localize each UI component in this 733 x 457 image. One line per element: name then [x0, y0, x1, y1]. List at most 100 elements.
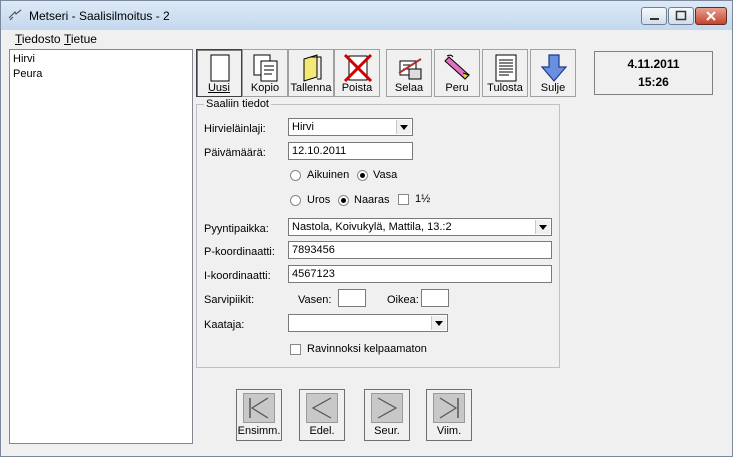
first-record-icon	[249, 397, 269, 419]
close-form-button[interactable]: Sulje	[530, 49, 576, 97]
save-button-label: Tallenna	[290, 82, 332, 94]
date-input[interactable]: 12.10.2011	[288, 142, 413, 160]
i-coordinate-value: 4567123	[292, 268, 335, 280]
save-button[interactable]: Tallenna	[288, 49, 334, 97]
one-half-label: 1½	[415, 193, 431, 205]
print-button[interactable]: Tulosta	[482, 49, 528, 97]
antler-left-input[interactable]	[338, 289, 366, 307]
sex-female-radio[interactable]	[338, 195, 349, 206]
browse-button[interactable]: Selaa	[386, 49, 432, 97]
app-icon	[8, 9, 22, 21]
title-bar[interactable]: Metseri - Saalisilmoitus - 2	[1, 1, 732, 31]
undo-button[interactable]: Peru	[434, 49, 480, 97]
copy-button-label: Kopio	[250, 82, 280, 94]
antler-left-label: Vasen:	[298, 294, 332, 306]
unfit-checkbox[interactable]	[290, 344, 301, 355]
maximize-button[interactable]	[668, 7, 694, 25]
previous-record-icon	[311, 397, 332, 419]
date-value: 12.10.2011	[292, 145, 347, 157]
previous-record-face	[306, 393, 338, 423]
copy-button[interactable]: Kopio	[242, 49, 288, 97]
sex-male-radio[interactable]	[290, 195, 301, 206]
menu-tietue-label: ietue	[70, 32, 97, 46]
close-arrow-down-icon	[540, 54, 568, 82]
last-record-label: Viim.	[436, 425, 462, 437]
sex-female-label: Naaras	[354, 194, 390, 206]
age-calf-radio[interactable]	[357, 170, 368, 181]
menu-tiedosto[interactable]: Tiedosto	[15, 32, 61, 46]
browse-button-label: Selaa	[394, 82, 424, 94]
p-coordinate-value: 7893456	[292, 244, 335, 256]
maximize-icon	[675, 10, 687, 21]
p-coordinate-input[interactable]: 7893456	[288, 241, 552, 259]
i-coordinate-input[interactable]: 4567123	[288, 265, 552, 283]
antler-right-label: Oikea:	[387, 294, 419, 306]
first-record-face	[243, 393, 275, 423]
minimize-button[interactable]	[641, 7, 667, 25]
last-record-button[interactable]: Viim.	[426, 389, 472, 441]
chevron-down-icon[interactable]	[396, 120, 411, 134]
clock-date: 4.11.2011	[627, 57, 680, 71]
close-form-button-label: Sulje	[540, 82, 566, 94]
unfit-label: Ravinnoksi kelpaamaton	[307, 343, 427, 355]
age-calf-label: Vasa	[373, 169, 398, 181]
first-record-label: Ensimm.	[237, 425, 281, 437]
menu-tietue-accel: T	[64, 32, 71, 46]
one-half-checkbox[interactable]	[398, 194, 409, 205]
new-button[interactable]: Uusi	[196, 49, 242, 97]
save-folder-icon	[303, 54, 322, 82]
antler-label: Sarvipiikit:	[204, 294, 255, 306]
delete-x-icon	[343, 53, 373, 83]
p-coordinate-label: P-koordinaatti:	[204, 246, 275, 258]
species-combo[interactable]: Hirvi	[288, 118, 413, 136]
species-list[interactable]: Hirvi Peura	[9, 49, 193, 444]
delete-button[interactable]: Poista	[334, 49, 380, 97]
previous-record-label: Edel.	[309, 425, 335, 437]
browse-icon	[398, 58, 422, 80]
hunter-label: Kaataja:	[204, 319, 245, 331]
next-record-button[interactable]: Seur.	[364, 389, 410, 441]
next-record-icon	[377, 397, 398, 419]
close-icon	[706, 11, 716, 21]
new-document-icon	[210, 54, 230, 82]
date-label: Päivämäärä:	[204, 147, 266, 159]
list-item[interactable]: Peura	[13, 68, 42, 80]
place-label: Pyyntipaikka:	[204, 223, 269, 235]
group-title: Saaliin tiedot	[204, 98, 271, 110]
menu-tietue[interactable]: Tietue	[64, 32, 97, 46]
age-adult-label: Aikuinen	[307, 169, 350, 181]
undo-eraser-icon	[444, 54, 470, 80]
print-document-icon	[495, 54, 517, 82]
chevron-down-icon[interactable]	[535, 220, 550, 234]
age-adult-radio[interactable]	[290, 170, 301, 181]
menu-tiedosto-accel: T	[15, 32, 22, 46]
last-record-face	[433, 393, 465, 423]
place-combo[interactable]: Nastola, Koivukylä, Mattila, 13.:2	[288, 218, 552, 236]
main-window: Metseri - Saalisilmoitus - 2 Tiedosto Ti…	[0, 0, 733, 457]
species-label: Hirvieläinlaji:	[204, 123, 266, 135]
clock-display: 4.11.2011 15:26	[594, 51, 713, 95]
i-coordinate-label: I-koordinaatti:	[204, 270, 271, 282]
menu-bar: Tiedosto Tietue	[1, 30, 732, 48]
next-record-label: Seur.	[374, 425, 400, 437]
minimize-icon	[650, 18, 659, 20]
menu-tiedosto-label: iedosto	[21, 32, 61, 46]
delete-button-label: Poista	[341, 82, 373, 94]
species-value: Hirvi	[292, 121, 314, 133]
sex-male-label: Uros	[307, 194, 331, 206]
close-button[interactable]	[695, 7, 727, 25]
undo-button-label: Peru	[445, 82, 469, 94]
hunter-combo[interactable]	[288, 314, 448, 332]
previous-record-button[interactable]: Edel.	[299, 389, 345, 441]
antler-right-input[interactable]	[421, 289, 449, 307]
chevron-down-icon[interactable]	[431, 316, 446, 330]
copy-icon	[253, 54, 278, 82]
clock-time: 15:26	[638, 75, 669, 89]
first-record-button[interactable]: Ensimm.	[236, 389, 282, 441]
list-item[interactable]: Hirvi	[13, 53, 35, 65]
print-button-label: Tulosta	[487, 82, 523, 94]
next-record-face	[371, 393, 403, 423]
last-record-icon	[439, 397, 459, 419]
window-title: Metseri - Saalisilmoitus - 2	[29, 9, 170, 23]
place-value: Nastola, Koivukylä, Mattila, 13.:2	[292, 221, 452, 233]
